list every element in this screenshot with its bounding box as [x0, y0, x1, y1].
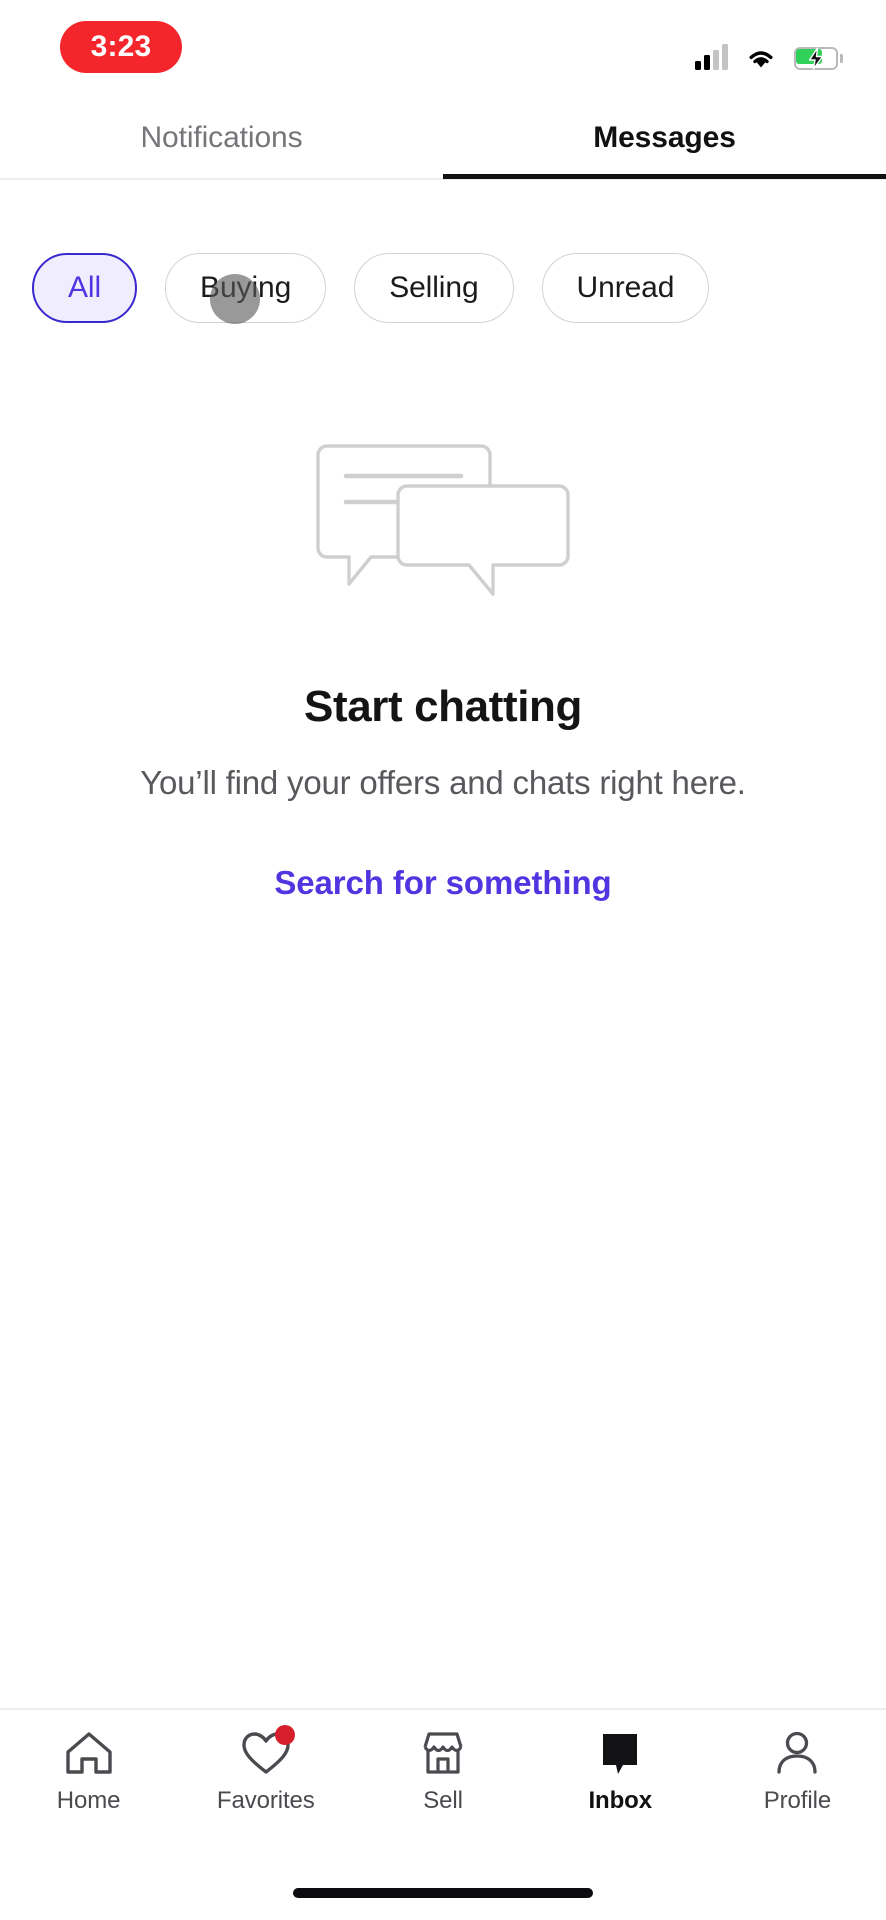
- empty-state-subtitle: You’ll find your offers and chats right …: [140, 764, 746, 801]
- nav-item-favorites-label: Favorites: [216, 1787, 315, 1814]
- nav-item-home-label: Home: [56, 1787, 121, 1814]
- nav-item-inbox-label: Inbox: [588, 1787, 652, 1814]
- filter-chip-all[interactable]: All: [32, 253, 138, 323]
- recording-time-pill[interactable]: 3:23: [60, 21, 182, 73]
- filter-chip-selling[interactable]: Selling: [354, 253, 514, 323]
- person-icon: [777, 1731, 818, 1774]
- battery-charging-icon: [794, 47, 843, 70]
- touch-point-indicator: [210, 274, 261, 324]
- chat-bubbles-illustration: [316, 444, 570, 596]
- empty-state-title: Start chatting: [304, 682, 582, 731]
- status-bar-time: 3:23: [90, 30, 152, 63]
- filter-chip-row: All Buying Selling Unread: [0, 244, 886, 332]
- nav-item-profile[interactable]: Profile: [709, 1728, 886, 1840]
- nav-item-favorites[interactable]: Favorites: [177, 1725, 354, 1840]
- nav-item-sell-label: Sell: [423, 1787, 463, 1814]
- filter-chip-all-label: All: [68, 271, 102, 304]
- nav-item-home[interactable]: Home: [0, 1728, 177, 1840]
- wifi-icon: [749, 51, 773, 68]
- status-bar-indicators: [695, 30, 843, 70]
- nav-item-inbox[interactable]: Inbox: [532, 1728, 709, 1840]
- favorites-icon-wrap: [239, 1725, 295, 1778]
- tab-notifications[interactable]: Notifications: [0, 96, 443, 180]
- tab-messages-label: Messages: [593, 121, 736, 154]
- filter-chip-buying[interactable]: Buying: [165, 253, 327, 324]
- nav-item-profile-label: Profile: [763, 1787, 832, 1814]
- search-for-something-link[interactable]: Search for something: [274, 864, 611, 902]
- home-icon: [65, 1732, 112, 1774]
- tab-messages[interactable]: Messages: [443, 96, 886, 180]
- active-tab-underline: [443, 174, 886, 179]
- app-screen: 3:23 Notifications Messages All Selling …: [0, 0, 886, 1920]
- top-tab-bar: Notifications Messages: [0, 96, 886, 180]
- filter-chip-unread-label: Unread: [576, 271, 675, 304]
- chat-bubble-filled-icon: [603, 1734, 638, 1774]
- home-indicator[interactable]: [293, 1888, 593, 1898]
- filter-chip-selling-label: Selling: [389, 271, 479, 304]
- nav-item-sell[interactable]: Sell: [354, 1728, 531, 1840]
- cellular-signal-icon: [695, 44, 728, 70]
- empty-state: Start chatting You’ll find your offers a…: [0, 440, 886, 902]
- tab-notifications-label: Notifications: [140, 121, 303, 154]
- status-bar: 3:23: [0, 0, 886, 96]
- bottom-navigation-bar: Home Favorites Sell Inbox Profile: [0, 1708, 886, 1920]
- favorites-badge-dot: [274, 1725, 295, 1745]
- storefront-icon: [423, 1732, 463, 1774]
- filter-chip-unread[interactable]: Unread: [541, 253, 710, 323]
